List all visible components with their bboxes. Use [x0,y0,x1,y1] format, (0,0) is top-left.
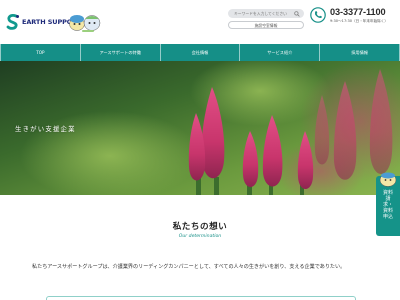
document-request-label[interactable]: 資料請求・資料申込 [383,190,393,220]
hero-banner: 生きがい支援企業 [0,61,400,195]
earth-support-logo-icon [6,14,19,30]
nav-item-recruit[interactable]: 採用情報 [320,44,400,61]
section-title: 私たちの想い [172,222,228,232]
search-icon[interactable] [294,10,300,17]
site-header: EARTH SUPPORT 施設空室情報 03-3377-1100 9:30～1… [0,0,400,44]
nav-item-services[interactable]: サービス紹介 [240,44,321,61]
vacancy-info-button[interactable]: 施設空室情報 [228,21,304,29]
phone-hours: 9:30～17:30（日・年末年始除く） [330,19,388,23]
search-input[interactable] [234,11,294,16]
search-box[interactable] [228,9,304,18]
mascot-characters-icon [69,15,101,32]
main-nav: TOP アースサポートの特徴 会社情報 サービス紹介 採用情報 [0,44,400,61]
phone-icon [310,7,326,23]
phone-number[interactable]: 03-3377-1100 [330,7,386,17]
page: EARTH SUPPORT 施設空室情報 03-3377-1100 9:30～1… [0,0,400,300]
hero-caption: 生きがい支援企業 [15,125,76,133]
content-box [46,296,356,300]
nav-item-company[interactable]: 会社情報 [161,44,241,61]
nav-item-top[interactable]: TOP [0,44,81,61]
mascot-icon [379,172,397,187]
section-body: 私たちアースサポートグループは、介護業界のリーディングカンパニーとして、すべての… [32,264,346,270]
section-subtitle: Our determination [178,234,222,239]
nav-item-features[interactable]: アースサポートの特徴 [81,44,161,61]
